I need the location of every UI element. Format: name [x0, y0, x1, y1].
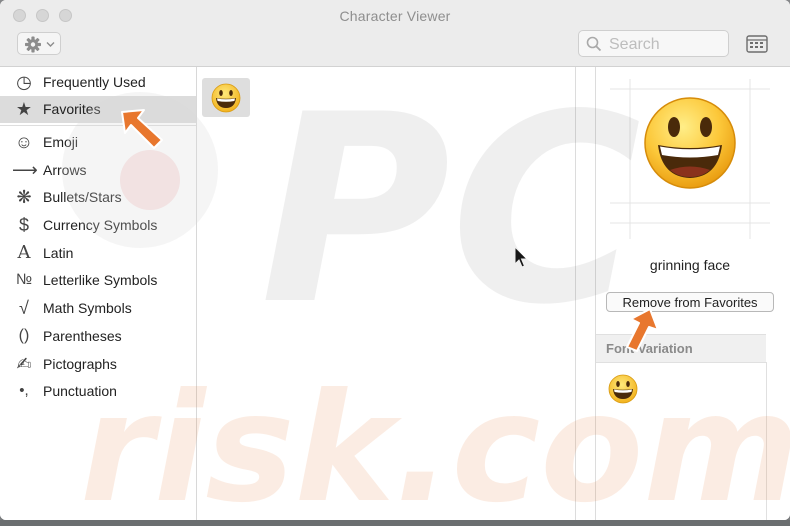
sidebar-item-arrows[interactable]: ⟶ Arrows	[0, 157, 196, 184]
action-menu-button[interactable]	[17, 32, 61, 55]
font-variation-list	[596, 362, 767, 520]
sidebar-item-label: Arrows	[43, 162, 87, 178]
search-icon	[586, 36, 602, 52]
sidebar-item-emoji[interactable]: ☺ Emoji	[0, 129, 196, 156]
favorite-character-cell[interactable]	[202, 78, 250, 117]
sidebar-item-label: Punctuation	[43, 383, 117, 399]
asterisk-icon: ❋	[16, 187, 32, 207]
character-preview	[610, 79, 770, 239]
sidebar-item-label: Currency Symbols	[43, 217, 158, 233]
grinning-face-emoji	[211, 83, 241, 113]
sidebar-item-parentheses[interactable]: () Parentheses	[0, 323, 196, 350]
pictograph-icon: ✍	[16, 354, 32, 374]
sidebar-item-favorites[interactable]: ★ Favorites	[0, 96, 196, 123]
sidebar-item-label: Emoji	[43, 134, 79, 150]
font-variation-label: Font Variation	[606, 341, 693, 356]
sidebar-item-pictographs[interactable]: ✍ Pictographs	[0, 351, 196, 378]
sidebar-item-frequently-used[interactable]: ◷ Frequently Used	[0, 69, 196, 96]
font-variation-header: Font Variation	[596, 334, 766, 363]
sidebar-item-label: Math Symbols	[43, 300, 132, 316]
dollar-icon: $	[18, 215, 29, 235]
character-viewer-window: Character Viewer Search ◷ Frequently Use…	[0, 0, 790, 520]
smiley-icon: ☺	[14, 132, 34, 152]
sidebar-item-label: Bullets/Stars	[43, 189, 122, 205]
character-detail-panel: grinning face Remove from Favorites Font…	[596, 67, 790, 520]
sidebar-item-label: Parentheses	[43, 328, 122, 344]
sidebar-item-label: Letterlike Symbols	[43, 272, 158, 288]
search-input[interactable]	[607, 34, 726, 55]
numero-icon: №	[15, 271, 33, 288]
search-field[interactable]	[578, 30, 729, 57]
keyboard-viewer-icon	[746, 35, 768, 53]
font-variation-item[interactable]	[606, 372, 640, 406]
sidebar-item-currency-symbols[interactable]: $ Currency Symbols	[0, 212, 196, 239]
sidebar-divider	[0, 125, 196, 126]
punctuation-icon: •,	[19, 382, 29, 399]
sidebar-item-label: Pictographs	[43, 356, 117, 372]
character-grid	[197, 67, 575, 520]
sidebar-item-latin[interactable]: A Latin	[0, 240, 196, 267]
sidebar-item-label: Latin	[43, 245, 74, 261]
sidebar-item-label: Favorites	[43, 101, 101, 117]
latin-a-icon: A	[17, 242, 31, 263]
sidebar-item-label: Frequently Used	[43, 74, 146, 90]
chevron-down-icon	[46, 42, 55, 47]
remove-from-favorites-button[interactable]: Remove from Favorites	[606, 292, 774, 312]
parentheses-icon: ()	[18, 327, 30, 344]
titlebar: Character Viewer	[0, 0, 790, 67]
window-title: Character Viewer	[339, 8, 451, 24]
character-name: grinning face	[649, 257, 731, 273]
square-root-icon: √	[19, 298, 29, 318]
arrow-icon: ⟶	[12, 160, 38, 180]
category-sidebar: ◷ Frequently Used ★ Favorites ☺ Emoji ⟶ …	[0, 67, 197, 520]
mouse-cursor-icon	[514, 246, 529, 268]
sidebar-item-letterlike-symbols[interactable]: № Letterlike Symbols	[0, 267, 196, 294]
clock-icon: ◷	[16, 72, 32, 92]
sidebar-item-punctuation[interactable]: •, Punctuation	[0, 378, 196, 405]
desktop-background	[0, 520, 790, 526]
panel-divider	[575, 67, 576, 520]
gear-icon	[25, 36, 55, 53]
sidebar-item-bullets-stars[interactable]: ❋ Bullets/Stars	[0, 184, 196, 211]
star-icon: ★	[15, 99, 33, 119]
sidebar-item-math-symbols[interactable]: √ Math Symbols	[0, 295, 196, 322]
keyboard-viewer-button[interactable]	[745, 34, 769, 54]
